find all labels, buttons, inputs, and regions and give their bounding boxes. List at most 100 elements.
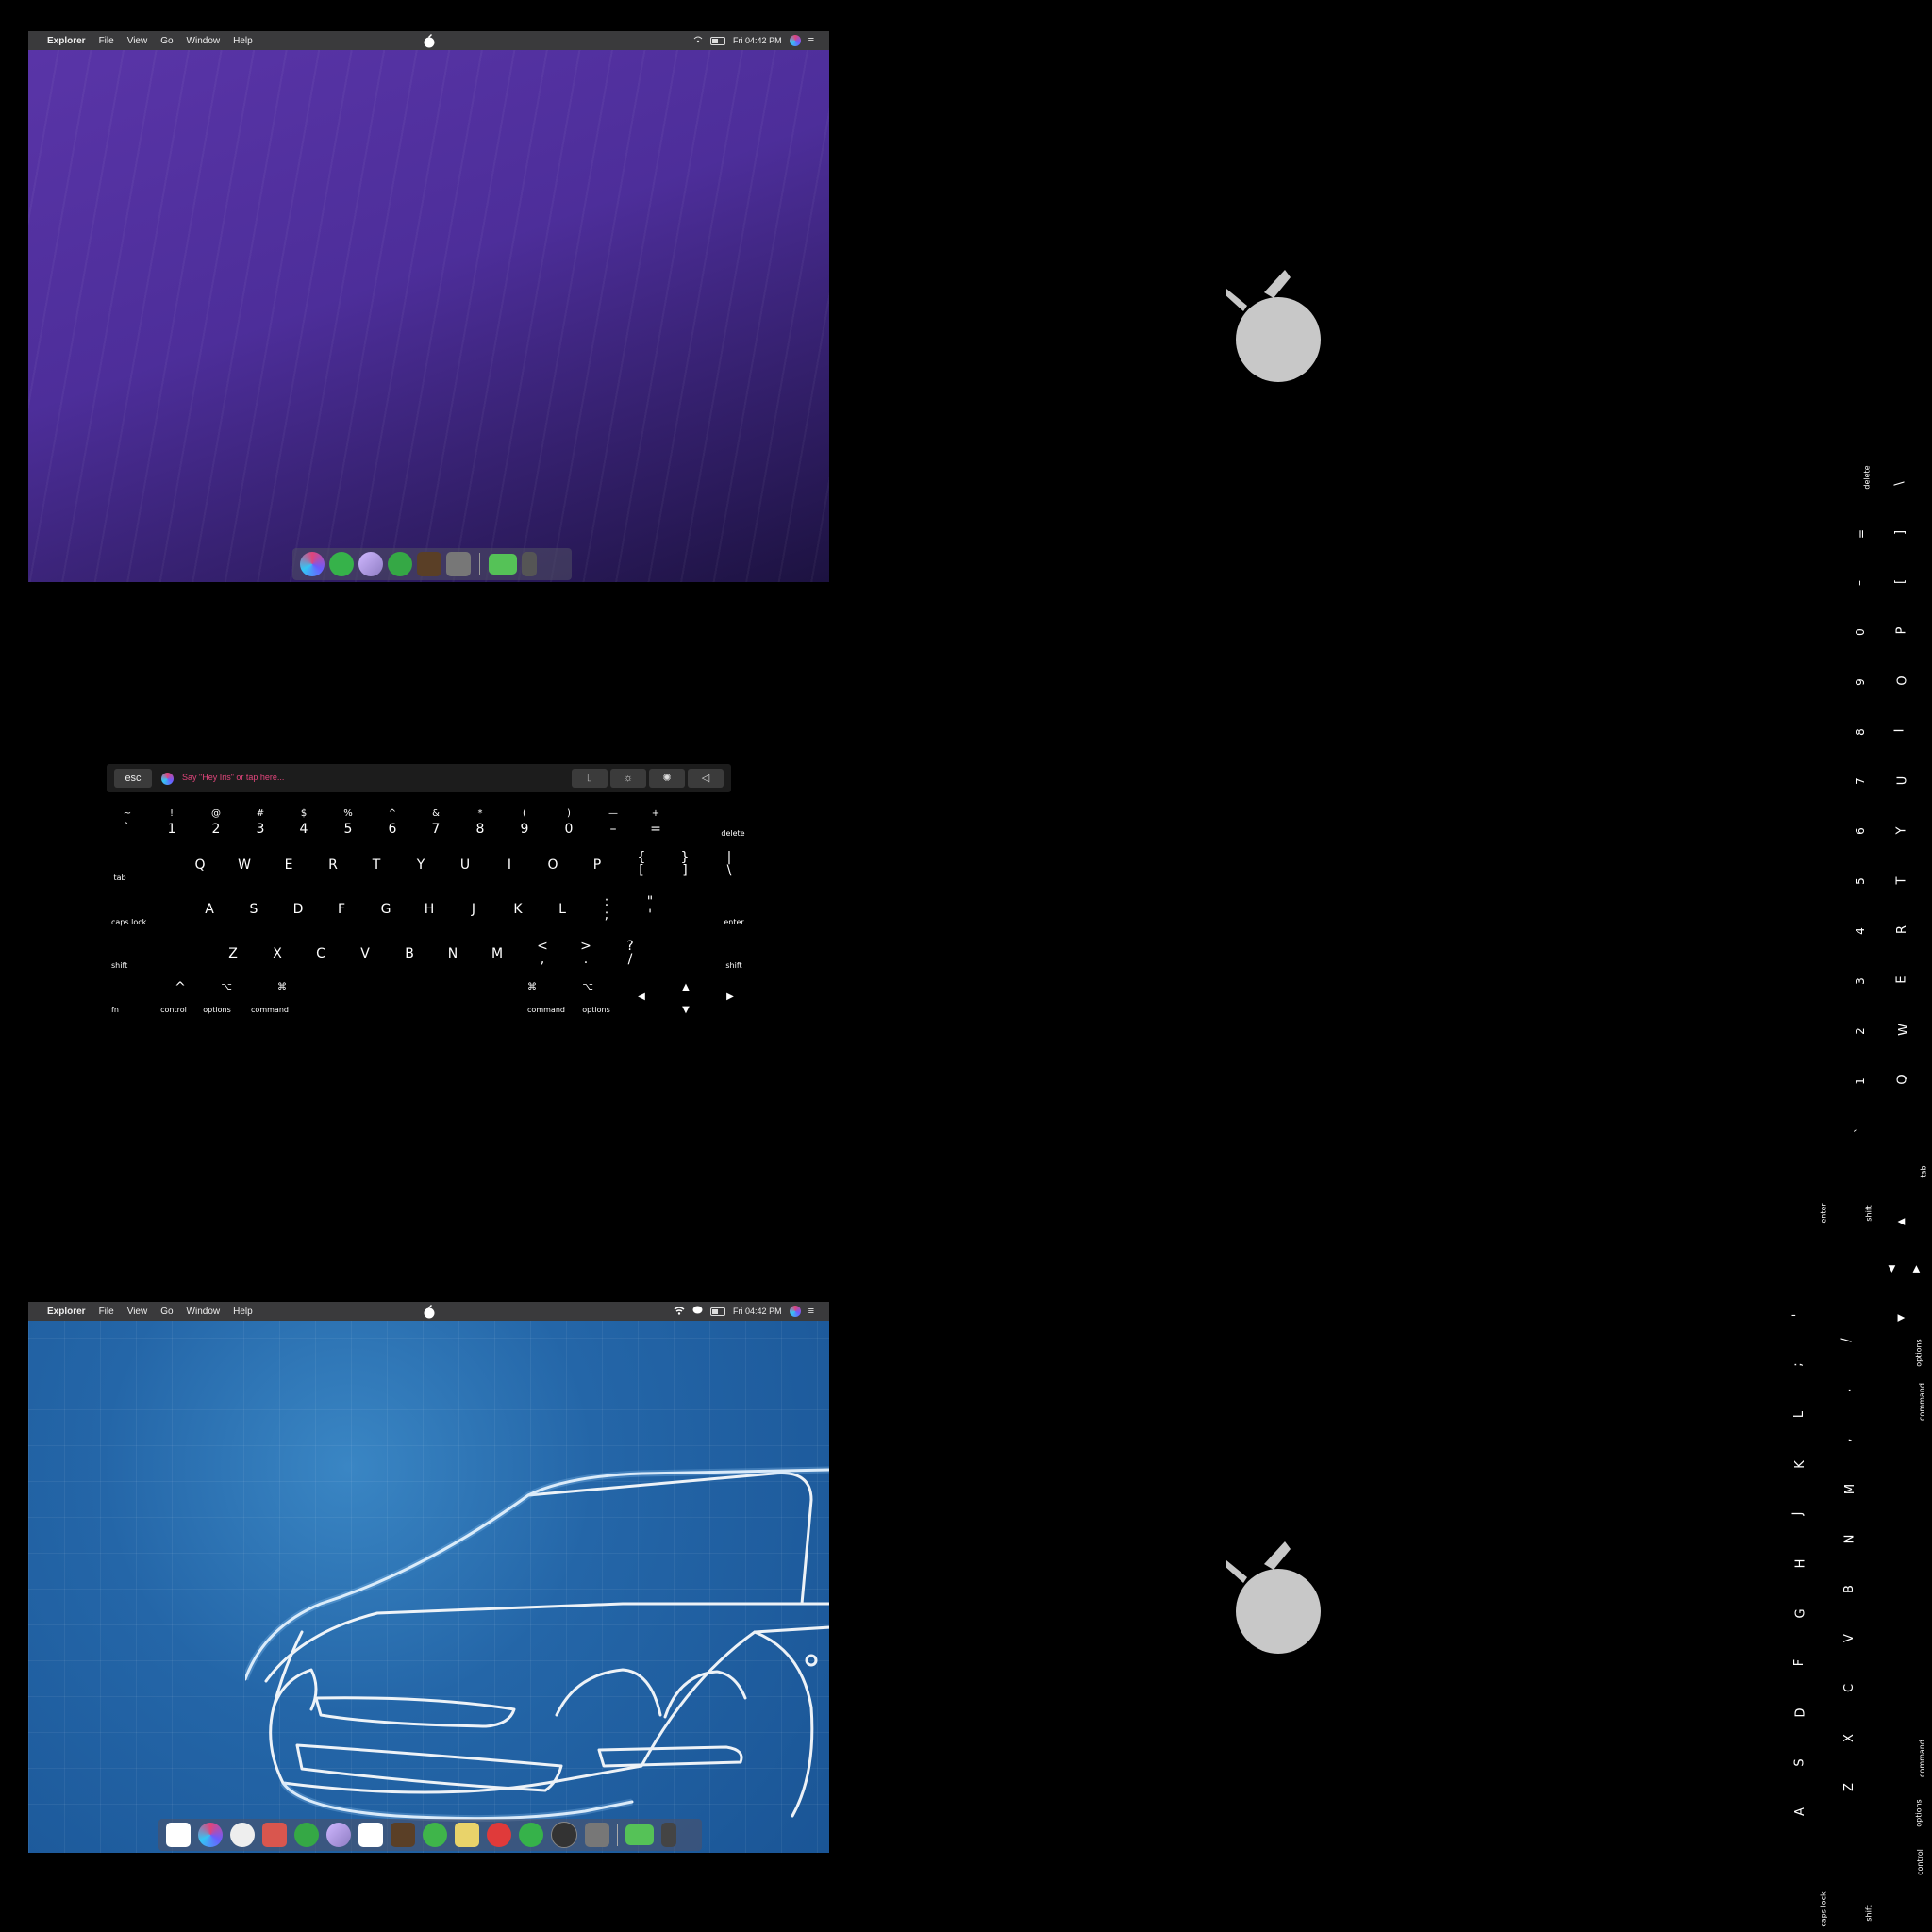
key-semicolon[interactable]: ; xyxy=(601,908,612,922)
rot-key-g[interactable]: G xyxy=(1794,1608,1808,1618)
key-t[interactable]: T xyxy=(369,858,384,872)
menu-file[interactable]: File xyxy=(99,36,114,46)
key-s[interactable]: S xyxy=(246,903,261,916)
key-shift-left[interactable]: shift xyxy=(111,962,130,970)
dock-siri-icon[interactable] xyxy=(300,552,325,576)
rot-key-a[interactable]: A xyxy=(1793,1807,1807,1816)
rot-key-f[interactable]: F xyxy=(1792,1659,1807,1666)
key-d[interactable]: D xyxy=(291,903,306,916)
rot-key-u[interactable]: U xyxy=(1895,776,1909,786)
menu-help-2[interactable]: Help xyxy=(233,1307,253,1317)
rot-key-slash[interactable]: / xyxy=(1840,1338,1855,1341)
dock-notes-icon[interactable] xyxy=(417,552,441,576)
key-g[interactable]: G xyxy=(378,903,393,916)
rot-key-rbracket[interactable]: ] xyxy=(1893,530,1907,535)
key-w[interactable]: W xyxy=(237,858,252,872)
dock-messages-icon-2[interactable] xyxy=(519,1823,543,1847)
rot-key-b[interactable]: B xyxy=(1842,1585,1857,1593)
dock-finder-icon[interactable] xyxy=(166,1823,191,1847)
dock-photos-icon[interactable] xyxy=(262,1823,287,1847)
rot-key-3[interactable]: 3 xyxy=(1854,977,1867,985)
key-0[interactable]: 0 xyxy=(564,823,574,836)
key-tab[interactable]: tab xyxy=(111,874,128,882)
rot-key-o[interactable]: O xyxy=(1896,675,1910,685)
key-arrow-left[interactable]: ◀ xyxy=(636,992,647,1002)
rot-key-quote[interactable]: ' xyxy=(1790,1314,1805,1318)
key-arrow-down[interactable]: ▼ xyxy=(680,1006,691,1015)
rot-key-w[interactable]: W xyxy=(1897,1024,1911,1036)
key-p[interactable]: P xyxy=(590,858,605,872)
dock-siri-icon-2[interactable] xyxy=(198,1823,223,1847)
rot-key-equal[interactable]: = xyxy=(1855,529,1868,539)
key-x[interactable]: X xyxy=(270,947,285,960)
rot-key-backtick[interactable]: ` xyxy=(1853,1127,1866,1133)
menu-window[interactable]: Window xyxy=(187,36,221,46)
chat-icon[interactable] xyxy=(692,1306,703,1317)
esc-key[interactable]: esc xyxy=(114,769,152,788)
key-j[interactable]: J xyxy=(466,903,481,916)
key-arrow-up[interactable]: ▲ xyxy=(680,983,691,992)
key-o[interactable]: O xyxy=(545,858,560,872)
key-c[interactable]: C xyxy=(313,947,328,960)
key-b[interactable]: B xyxy=(402,947,417,960)
dock-media-icon[interactable] xyxy=(551,1822,577,1848)
rot-key-semicolon[interactable]: ; xyxy=(1791,1362,1806,1366)
key-h[interactable]: H xyxy=(422,903,437,916)
rot-key-command[interactable]: command xyxy=(1918,1383,1926,1421)
menu-go-2[interactable]: Go xyxy=(160,1307,173,1317)
rot-key-command-2[interactable]: command xyxy=(1918,1740,1926,1777)
key-a[interactable]: A xyxy=(202,903,217,916)
dock-browser-icon[interactable] xyxy=(388,552,412,576)
rot-key-minus[interactable]: – xyxy=(1853,580,1866,586)
key-i[interactable]: I xyxy=(502,858,517,872)
key-quote[interactable]: ' xyxy=(644,908,656,922)
rot-key-p[interactable]: P xyxy=(1894,627,1908,635)
rot-key-c[interactable]: C xyxy=(1842,1684,1857,1692)
apple-logo-icon-2[interactable] xyxy=(423,1304,436,1322)
rot-arrow-right[interactable]: ▶ xyxy=(1911,1265,1922,1273)
menubar-clock[interactable]: Fri 04:42 PM xyxy=(733,36,782,45)
dock-notes-icon-2[interactable] xyxy=(391,1823,415,1847)
dock-trash-icon-2[interactable] xyxy=(661,1823,676,1847)
rot-key-5[interactable]: 5 xyxy=(1854,877,1867,885)
rot-key-q[interactable]: Q xyxy=(1896,1074,1910,1084)
key-2[interactable]: 2 xyxy=(211,823,221,836)
menu-file-2[interactable]: File xyxy=(99,1307,114,1317)
dock-music-icon-2[interactable] xyxy=(326,1823,351,1847)
wifi-icon[interactable] xyxy=(693,36,703,45)
key-v[interactable]: V xyxy=(358,947,373,960)
key-minus[interactable]: – xyxy=(607,823,620,836)
rot-key-s[interactable]: S xyxy=(1793,1758,1807,1766)
key-caps-lock[interactable]: caps lock xyxy=(111,919,149,926)
battery-icon[interactable] xyxy=(710,36,726,45)
key-rbracket[interactable]: ] xyxy=(679,864,691,877)
dock-settings-icon-2[interactable] xyxy=(585,1823,609,1847)
rot-key-j[interactable]: J xyxy=(1790,1512,1805,1516)
screenshot-icon[interactable]: ⌷ xyxy=(572,769,608,788)
rot-key-tab[interactable]: tab xyxy=(1920,1165,1928,1177)
menu-window-2[interactable]: Window xyxy=(187,1307,221,1317)
touchbar-siri-icon[interactable] xyxy=(161,773,174,785)
rot-arrow-left[interactable]: ◀ xyxy=(1887,1265,1897,1273)
rot-key-v[interactable]: V xyxy=(1842,1634,1857,1642)
siri-prompt[interactable]: Say "Hey Iris" or tap here... xyxy=(182,773,284,782)
dock-music-icon[interactable] xyxy=(358,552,383,576)
key-r[interactable]: R xyxy=(325,858,341,872)
key-f[interactable]: F xyxy=(334,903,349,916)
key-arrow-right[interactable]: ▶ xyxy=(724,992,736,1002)
key-z[interactable]: Z xyxy=(225,947,241,960)
key-q[interactable]: Q xyxy=(192,858,208,872)
key-3[interactable]: 3 xyxy=(256,823,265,836)
rot-key-n[interactable]: N xyxy=(1842,1535,1857,1544)
rot-key-1[interactable]: 1 xyxy=(1854,1077,1867,1085)
dock-downloads-folder-icon-2[interactable] xyxy=(625,1824,654,1845)
key-enter[interactable]: enter xyxy=(722,919,746,926)
key-comma[interactable]: , xyxy=(537,953,548,966)
rot-key-z[interactable]: Z xyxy=(1842,1783,1857,1791)
rot-key-i[interactable]: I xyxy=(1892,729,1907,733)
key-4[interactable]: 4 xyxy=(299,823,308,836)
menu-help[interactable]: Help xyxy=(233,36,253,46)
menu-app-name[interactable]: Explorer xyxy=(47,36,86,46)
rot-key-backslash[interactable]: \ xyxy=(1893,481,1907,485)
wifi-icon-2[interactable] xyxy=(674,1306,685,1317)
